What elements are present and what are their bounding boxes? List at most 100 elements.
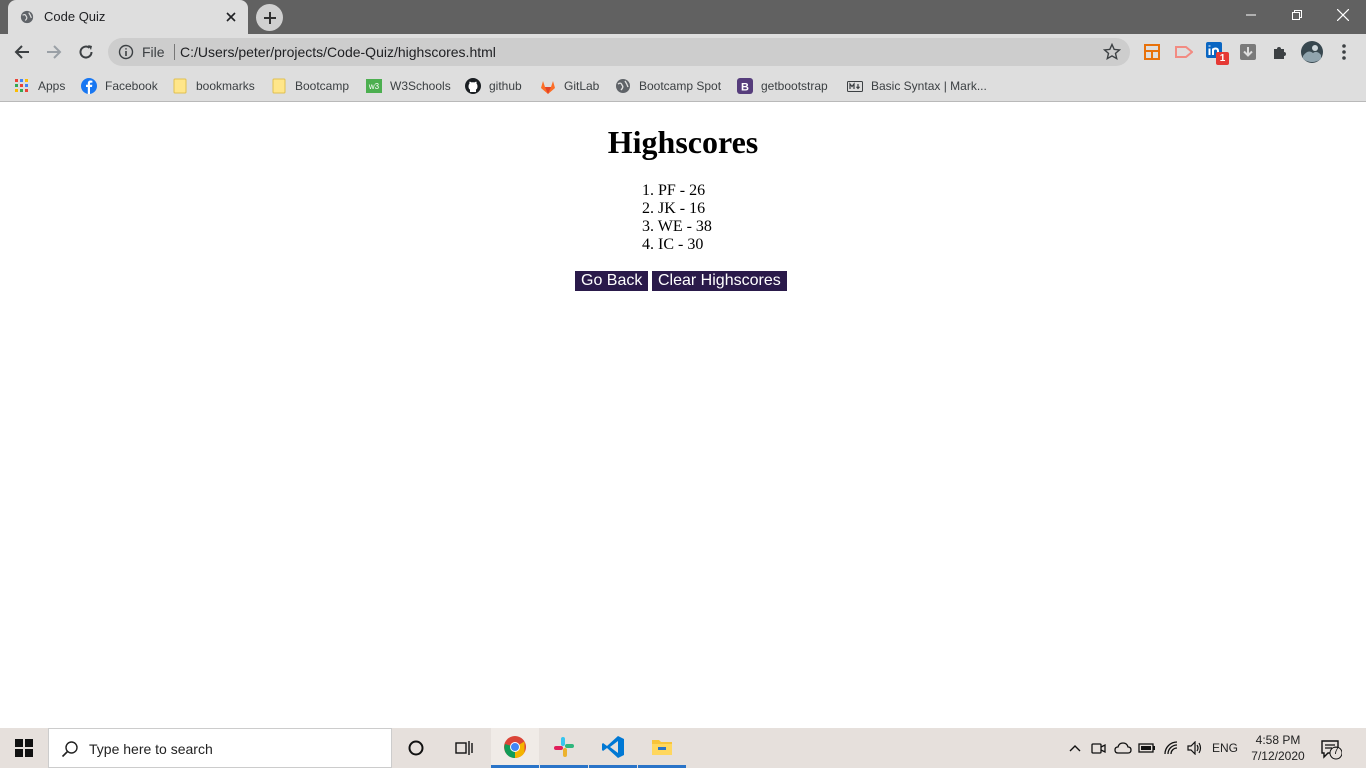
github-icon [465,78,481,94]
score-item: 3. WE - 38 [642,218,712,235]
bookmark-getbootstrap[interactable]: B getbootstrap [737,76,828,96]
extension-badge: 1 [1216,52,1229,65]
bootstrap-icon: B [737,78,753,94]
notification-count: 7 [1333,746,1339,757]
chrome-icon [504,735,526,758]
bookmark-label: github [489,79,522,93]
score-entry: PF - 26 [658,182,706,199]
bookmark-bootcamp-spot[interactable]: Bootcamp Spot [615,76,721,96]
folder-icon [271,78,287,94]
taskbar-slack[interactable] [540,728,588,768]
score-entry: WE - 38 [657,218,712,235]
bookmark-github[interactable]: github [465,76,522,96]
minimize-icon [1246,14,1256,16]
score-item: 1. PF - 26 [642,182,706,199]
bookmark-label: Basic Syntax | Mark... [871,79,987,93]
bookmarks-bar: Apps Facebook bookmarks Bootcamp w3 W3Sc… [0,70,1366,102]
restore-button[interactable] [1274,0,1320,30]
reload-button[interactable] [73,39,99,65]
back-button[interactable] [9,39,35,65]
start-button[interactable] [0,728,48,768]
bookmark-label: GitLab [564,79,600,93]
cortana-button[interactable] [392,728,440,768]
gitlab-icon [540,78,556,94]
score-item: 2. JK - 16 [642,200,706,217]
bookmark-facebook[interactable]: Facebook [81,76,158,96]
browser-tab[interactable]: Code Quiz [8,0,248,34]
score-entry: JK - 16 [658,200,706,217]
bookmark-label: Bootcamp Spot [639,79,722,93]
plus-icon [263,11,276,24]
arrow-left-icon [14,45,29,59]
facebook-icon [81,78,97,94]
omnibox-separator [174,44,175,60]
forward-button[interactable] [41,39,67,65]
clock-time: 4:58 PM [1255,733,1301,747]
taskbar-clock[interactable]: 4:58 PM 7/12/2020 [1248,732,1308,764]
search-icon [61,741,78,758]
page-viewport: Highscores 1. PF - 26 2. JK - 16 3. WE -… [0,103,1366,728]
taskbar: Type here to search ENG 4:58 PM 7/12/202… [0,728,1366,768]
bookmark-bookmarks-folder[interactable]: bookmarks [172,76,255,96]
bookmark-apps[interactable]: Apps [14,76,65,96]
folder-icon [652,739,672,755]
clock-date: 7/12/2020 [1251,749,1305,763]
volume-icon[interactable] [1186,739,1204,757]
close-icon [1337,9,1349,21]
reload-icon [79,45,93,59]
score-entry: IC - 30 [658,236,704,253]
tab-title: Code Quiz [44,9,106,24]
bookmark-star-icon[interactable] [1103,43,1121,61]
taskbar-search-box[interactable]: Type here to search [48,728,392,768]
extension-video-icon[interactable] [1174,42,1194,62]
address-bar[interactable]: File C:/Users/peter/projects/Code-Quiz/h… [108,38,1130,66]
score-item: 4. IC - 30 [642,236,704,253]
apps-grid-icon [14,78,30,94]
browser-title-bar: Code Quiz [0,0,1366,34]
taskbar-vscode[interactable] [589,728,637,768]
close-window-button[interactable] [1320,0,1366,30]
restore-icon [1292,10,1302,20]
notification-center-button[interactable]: 7 [1320,738,1343,760]
page-title: Highscores [607,124,759,160]
show-hidden-icons-chevron-icon[interactable] [1066,739,1084,757]
download-extension-icon[interactable] [1238,42,1258,62]
cortana-circle-icon [408,740,424,756]
task-view-button[interactable] [440,728,488,768]
bookmark-bootcamp-folder[interactable]: Bootcamp [271,76,349,96]
profile-avatar[interactable] [1300,40,1324,64]
arrow-right-icon [47,45,62,59]
bookmark-w3schools[interactable]: w3 W3Schools [366,76,451,96]
bookmark-label: Apps [38,79,66,93]
url-text[interactable]: C:/Users/peter/projects/Code-Quiz/highsc… [180,44,496,60]
markdown-icon [847,78,863,94]
svg-text:B: B [741,82,749,94]
search-placeholder: Type here to search [89,741,213,757]
clear-highscores-button[interactable]: Clear Highscores [652,271,787,291]
minimize-button[interactable] [1228,0,1274,30]
globe-icon [615,78,631,94]
input-language[interactable]: ENG [1212,741,1238,755]
more-menu-icon[interactable] [1334,42,1354,62]
taskbar-file-explorer[interactable] [638,728,686,768]
info-icon[interactable] [118,44,134,60]
battery-icon[interactable] [1138,739,1156,757]
taskbar-chrome[interactable] [491,728,539,768]
bookmark-label: Facebook [105,79,158,93]
onedrive-cloud-icon[interactable] [1114,739,1132,757]
go-back-button[interactable]: Go Back [575,271,649,291]
globe-icon [20,10,34,24]
bookmark-gitlab[interactable]: GitLab [540,76,599,96]
new-tab-button[interactable] [256,4,283,31]
extension-layout-icon[interactable] [1142,42,1162,62]
bookmark-label: bookmarks [196,79,255,93]
bookmark-basic-syntax[interactable]: Basic Syntax | Mark... [847,76,987,96]
extensions-puzzle-icon[interactable] [1270,42,1290,62]
bookmark-label: getbootstrap [761,79,828,93]
meet-now-icon[interactable] [1090,739,1108,757]
wifi-icon[interactable] [1162,739,1180,757]
svg-text:w3: w3 [368,82,380,91]
file-scheme-label: File [142,44,165,60]
folder-icon [172,78,188,94]
close-tab-icon[interactable] [222,8,240,26]
